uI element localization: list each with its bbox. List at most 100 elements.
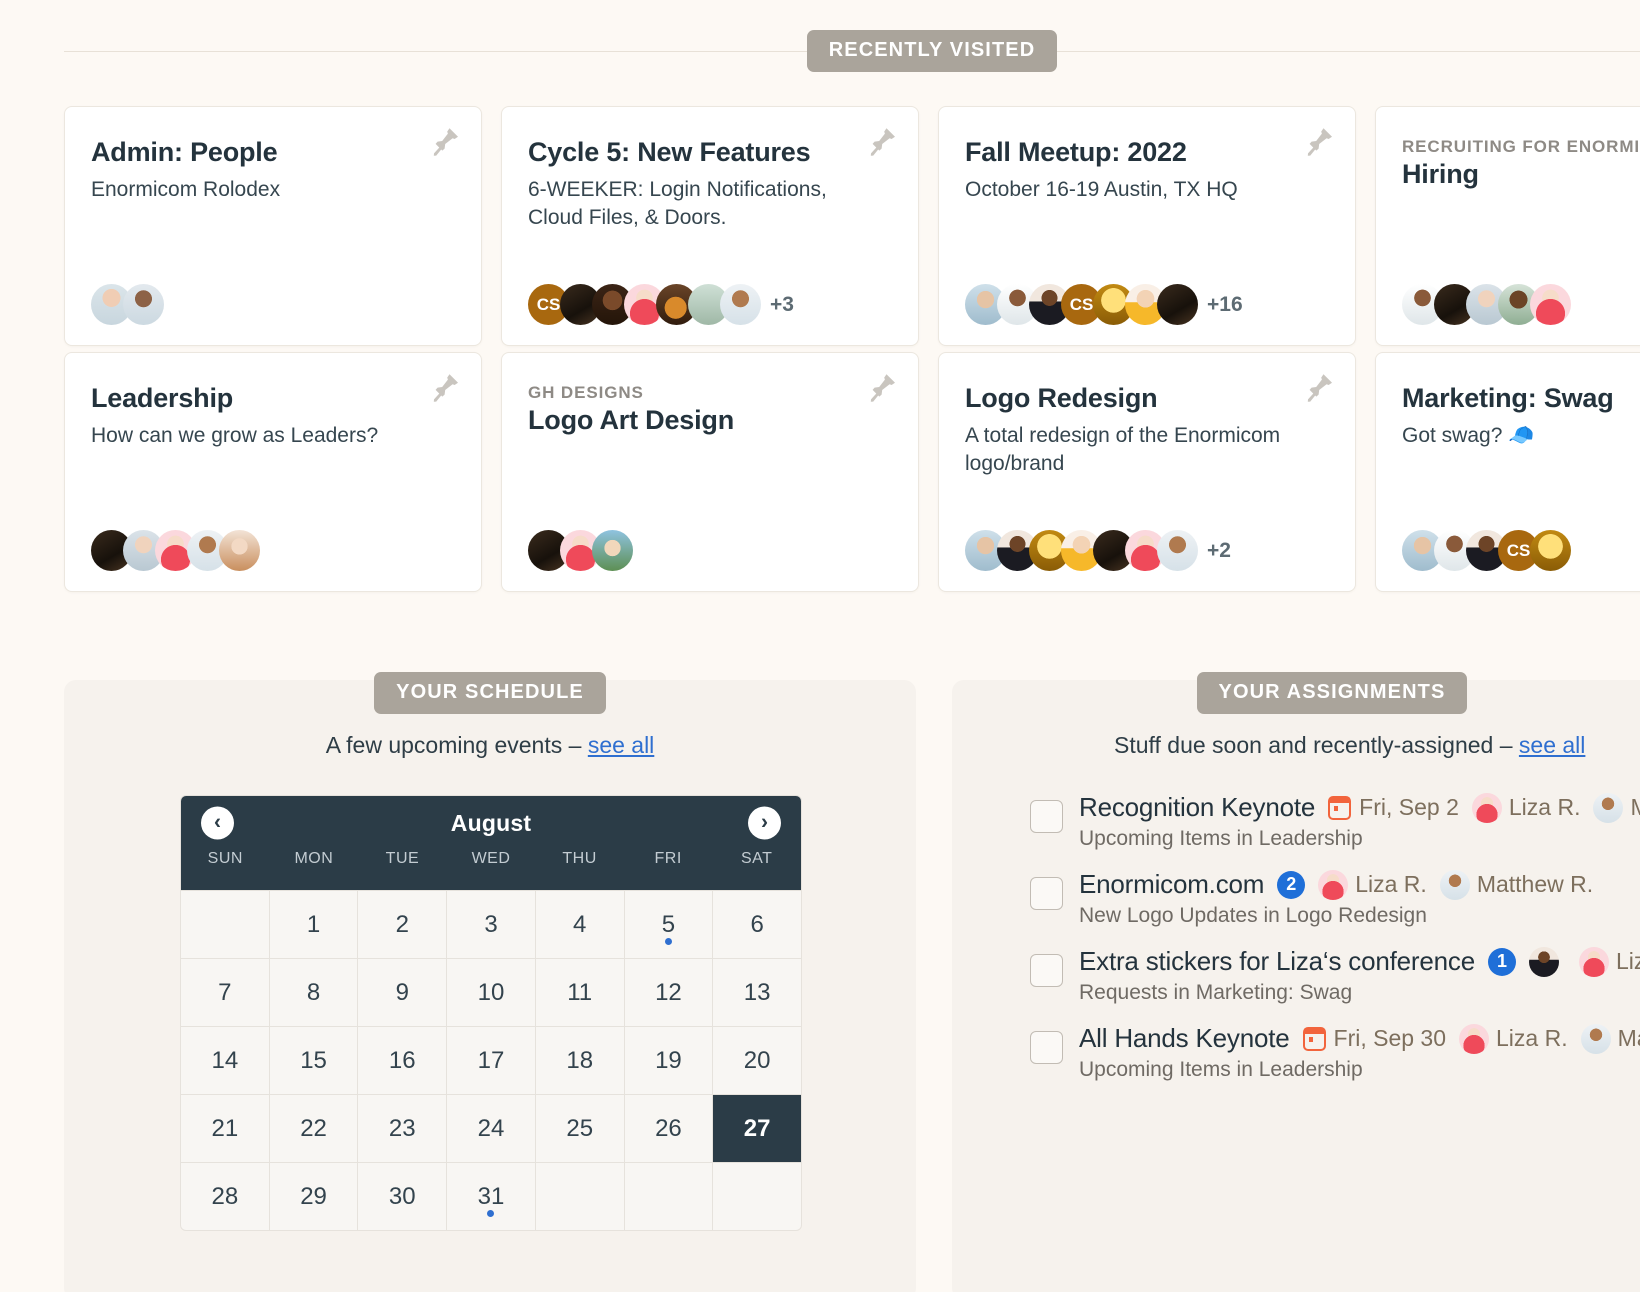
- schedule-see-all-link[interactable]: see all: [588, 732, 654, 758]
- assignment-person[interactable]: Matthew R.: [1580, 1023, 1640, 1054]
- calendar-day[interactable]: 9: [358, 959, 447, 1026]
- project-card[interactable]: Logo Redesign A total redesign of the Eno…: [938, 352, 1356, 592]
- calendar-day[interactable]: 22: [269, 1095, 358, 1162]
- calendar-day[interactable]: 17: [447, 1027, 535, 1094]
- avatar[interactable]: [1157, 530, 1198, 571]
- assignment-person[interactable]: Matthew R.: [1593, 792, 1640, 823]
- calendar-day[interactable]: 20: [713, 1027, 801, 1094]
- assignment-checkbox[interactable]: [1030, 1031, 1063, 1064]
- calendar-day-number: 2: [395, 910, 409, 938]
- avatar[interactable]: [219, 530, 260, 571]
- assignment-title[interactable]: All Hands Keynote: [1079, 1023, 1290, 1054]
- calendar-day[interactable]: 1: [269, 891, 358, 958]
- calendar-weekday: SUN: [207, 850, 243, 867]
- pin-icon[interactable]: [870, 373, 896, 403]
- calendar-day[interactable]: 11: [535, 959, 624, 1026]
- pin-icon[interactable]: [1307, 373, 1333, 403]
- avatar[interactable]: [592, 530, 633, 571]
- assignment-title[interactable]: Enormicom.com: [1079, 869, 1264, 900]
- calendar-day[interactable]: 18: [535, 1027, 624, 1094]
- calendar-day-today[interactable]: 27: [713, 1095, 801, 1162]
- calendar-day-number: 24: [477, 1114, 505, 1142]
- calendar-day[interactable]: 8: [269, 959, 358, 1026]
- calendar-day[interactable]: 16: [358, 1027, 447, 1094]
- assignment-person[interactable]: Liza R.: [1471, 792, 1580, 823]
- calendar-day[interactable]: 29: [269, 1163, 358, 1230]
- calendar-day[interactable]: 3: [447, 891, 535, 958]
- avatar[interactable]: [1530, 530, 1571, 571]
- project-card[interactable]: GH DESIGNS Logo Art Design: [501, 352, 919, 592]
- avatar: [1580, 1023, 1611, 1054]
- calendar-icon: [1302, 1026, 1326, 1051]
- project-card[interactable]: RECRUITING FOR ENORMICOM Hiring: [1375, 106, 1640, 346]
- calendar-next-icon[interactable]: ›: [748, 806, 781, 840]
- assignment-checkbox[interactable]: [1030, 877, 1063, 910]
- assignment-title[interactable]: Extra stickers for Liza‘s conference: [1079, 946, 1475, 977]
- calendar-prev-icon[interactable]: ‹: [201, 806, 234, 840]
- assignments-panel: Stuff due soon and recently-assigned – s…: [952, 680, 1640, 1292]
- assignments-see-all-link[interactable]: see all: [1519, 732, 1585, 758]
- calendar-weekday: SAT: [740, 850, 773, 867]
- calendar-day-number: 28: [211, 1182, 239, 1210]
- calendar-day[interactable]: 15: [269, 1027, 358, 1094]
- project-card[interactable]: Admin: People Enormicom Rolodex: [64, 106, 482, 346]
- card-slot: Fall Meetup: 2022 October 16-19 Austin, T…: [938, 106, 1375, 346]
- assignments-lead-text: Stuff due soon and recently-assigned –: [1114, 732, 1519, 758]
- assignment-person[interactable]: Liza R.: [1459, 1023, 1568, 1054]
- calendar-day[interactable]: 21: [181, 1095, 269, 1162]
- project-card[interactable]: Leadership How can we grow as Leaders?: [64, 352, 482, 592]
- calendar-day-number: 27: [743, 1114, 771, 1142]
- pin-icon[interactable]: [1307, 127, 1333, 157]
- calendar-day[interactable]: 26: [624, 1095, 713, 1162]
- calendar-day[interactable]: 2: [358, 891, 447, 958]
- schedule-lead-text: A few upcoming events –: [325, 732, 588, 758]
- calendar-day[interactable]: 31: [447, 1163, 535, 1230]
- pin-icon[interactable]: [433, 373, 459, 403]
- calendar-day[interactable]: 7: [181, 959, 269, 1026]
- card-title: Marketing: Swag: [1402, 383, 1614, 413]
- assignment-checkbox[interactable]: [1030, 800, 1063, 833]
- calendar-day-number: 26: [655, 1114, 682, 1142]
- calendar-day[interactable]: 23: [358, 1095, 447, 1162]
- calendar-day[interactable]: 6: [713, 891, 801, 958]
- assignment-person[interactable]: [1528, 946, 1566, 977]
- calendar-day[interactable]: 19: [624, 1027, 713, 1094]
- assignment-person[interactable]: Matthew R.: [1439, 869, 1593, 900]
- card-slot: GH DESIGNS Logo Art Design: [501, 352, 938, 592]
- calendar-day[interactable]: 28: [181, 1163, 269, 1230]
- card-title: Fall Meetup: 2022: [965, 137, 1187, 167]
- card-title: Admin: People: [91, 137, 278, 167]
- pin-icon[interactable]: [870, 127, 896, 157]
- calendar-day[interactable]: 25: [535, 1095, 624, 1162]
- calendar-day[interactable]: 12: [624, 959, 713, 1026]
- assignment-body: All Hands Keynote Fri, Sep 30 Liza R. Matth…: [1079, 1023, 1640, 1082]
- assignment-title[interactable]: Recognition Keynote: [1079, 792, 1315, 823]
- avatar[interactable]: [1530, 284, 1571, 325]
- calendar-day-number: 8: [306, 978, 321, 1006]
- avatar[interactable]: [123, 284, 164, 325]
- card-title: Leadership: [91, 383, 234, 413]
- card-slot: Marketing: Swag Got swag? 🧢: [1375, 352, 1640, 592]
- assignment-item: All Hands Keynote Fri, Sep 30 Liza R. Matth…: [1030, 1023, 1640, 1082]
- assignment-context: New Logo Updates in Logo Redesign: [1079, 904, 1427, 927]
- project-card[interactable]: Fall Meetup: 2022 October 16-19 Austin, T…: [938, 106, 1356, 346]
- calendar-day[interactable]: 14: [181, 1027, 269, 1094]
- avatar[interactable]: [720, 284, 761, 325]
- calendar-day[interactable]: 30: [358, 1163, 447, 1230]
- calendar-empty-cell: [713, 1163, 801, 1230]
- assignment-person[interactable]: Liza R.: [1578, 946, 1640, 977]
- calendar-day[interactable]: 24: [447, 1095, 535, 1162]
- calendar-day[interactable]: 4: [535, 891, 624, 958]
- calendar-day[interactable]: 5: [624, 891, 713, 958]
- project-card[interactable]: Cycle 5: New Features 6-WEEKER: Login Not…: [501, 106, 919, 346]
- card-slot: Leadership How can we grow as Leaders?: [64, 352, 501, 592]
- calendar-day[interactable]: 13: [713, 959, 801, 1026]
- project-card[interactable]: Marketing: Swag Got swag? 🧢: [1375, 352, 1640, 592]
- calendar-day-number: 9: [395, 978, 409, 1006]
- card-avatar-stack: [1402, 284, 1640, 325]
- avatar[interactable]: [1157, 284, 1198, 325]
- assignment-checkbox[interactable]: [1030, 954, 1063, 987]
- assignment-person[interactable]: Liza R.: [1318, 869, 1427, 900]
- calendar-day[interactable]: 10: [447, 959, 535, 1026]
- pin-icon[interactable]: [433, 127, 459, 157]
